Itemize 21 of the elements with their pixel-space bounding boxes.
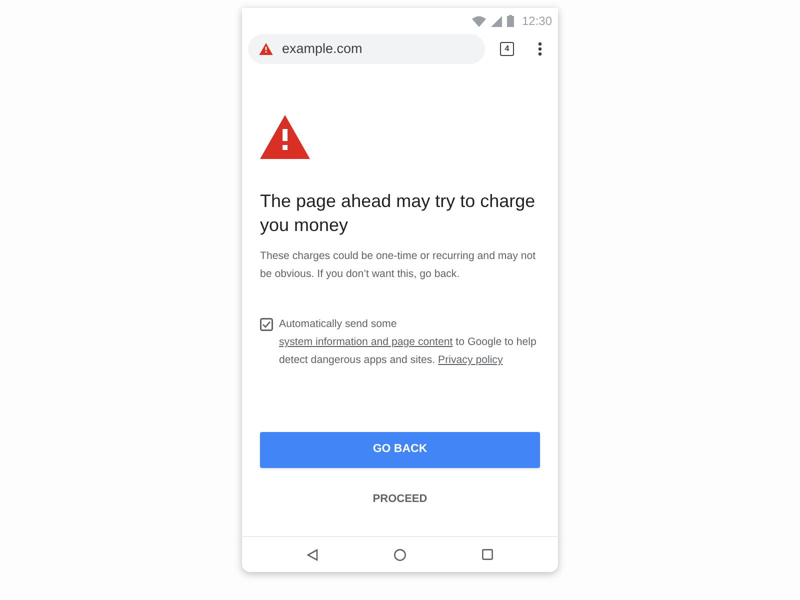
- recents-nav-icon[interactable]: [482, 549, 493, 560]
- menu-icon[interactable]: [538, 42, 542, 56]
- tab-switcher-button[interactable]: 4: [500, 42, 514, 56]
- warning-icon: [259, 43, 273, 55]
- link[interactable]: Privacy policy: [438, 354, 503, 366]
- warning-title: The page ahead may try to charge you money: [260, 190, 536, 237]
- signal-icon: [490, 16, 502, 26]
- warning-description: These charges could be one-time or recurring and may not be obvious. If you don’t want this, go back.: [260, 249, 537, 282]
- address-bar[interactable]: example.com: [248, 34, 485, 64]
- home-nav-icon[interactable]: [394, 548, 406, 560]
- large-warning-icon: [260, 115, 310, 159]
- checkbox[interactable]: [260, 318, 273, 331]
- go-back-button[interactable]: GO BACK: [260, 432, 540, 468]
- proceed-button[interactable]: PROCEED: [356, 481, 444, 517]
- battery-icon: [506, 15, 514, 27]
- clock-time: 12:30: [522, 13, 552, 30]
- consent-text: Automatically send some system information and page content to Google to help detect dangerous apps and sites. Privacy policy: [279, 317, 538, 368]
- back-nav-icon[interactable]: [307, 548, 318, 560]
- url-text: example.com: [282, 40, 362, 58]
- link[interactable]: system information and page content: [279, 336, 453, 348]
- wifi-icon: [472, 16, 486, 26]
